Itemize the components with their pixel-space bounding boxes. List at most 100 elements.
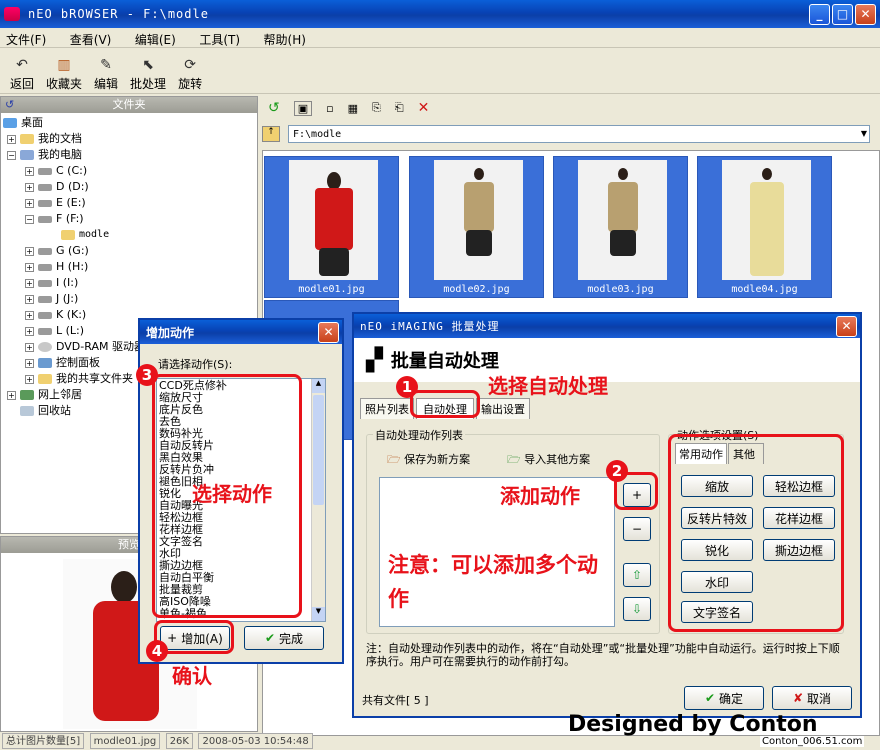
chevron-down-icon[interactable]: ▼ <box>861 126 867 142</box>
import-scheme-button[interactable]: 🗁 导入其他方案 <box>507 451 590 470</box>
batch-logo-icon: ▞ <box>366 347 383 373</box>
status-file: modle01.jpg <box>89 733 161 749</box>
menu-edit[interactable]: 编辑(E) <box>135 33 176 47</box>
tree-item-drive-c[interactable]: + C (C:) <box>3 163 255 179</box>
check-icon: ✔ <box>704 691 716 705</box>
add-close-button[interactable]: ✕ <box>318 321 339 343</box>
back-button[interactable]: ↶ 返回 <box>4 48 40 92</box>
add-prompt: 请选择动作(S): <box>158 358 233 371</box>
tree-item-drive-d[interactable]: + D (D:) <box>3 179 255 195</box>
dvd-icon <box>38 342 52 352</box>
add-dialog-title-bar: 增加动作 ✕ <box>140 320 342 344</box>
remove-action-button[interactable]: − <box>623 517 651 541</box>
menu-view[interactable]: 查看(V) <box>70 33 112 47</box>
bookmarks-button[interactable]: ▥ 收藏夹 <box>40 48 88 92</box>
tree-item-drive-j[interactable]: + J (J:) <box>3 291 255 307</box>
close-button[interactable]: ✕ <box>855 3 876 25</box>
main-title-bar: nEO bROWSER - F:\modle _ □ ✕ <box>0 0 880 28</box>
shared-folder-icon <box>38 374 52 384</box>
tree-item-drive-e[interactable]: + E (E:) <box>3 195 255 211</box>
save-scheme-button[interactable]: 🗁 保存为新方案 <box>387 451 470 470</box>
tab-photo-list[interactable]: 照片列表 <box>360 398 414 419</box>
drive-icon <box>38 263 52 271</box>
tree-item-documents[interactable]: + 我的文档 <box>3 131 255 147</box>
status-count: 总计图片数量[5] <box>2 733 85 749</box>
network-icon <box>20 390 34 400</box>
tab-output[interactable]: 输出设置 <box>476 398 530 419</box>
folder-icon <box>20 134 34 144</box>
refresh-icon[interactable]: ↺ <box>5 97 14 113</box>
drive-icon <box>38 311 52 319</box>
view-toolbar: ↺ ▣ ▫ ▦ ⎘ ⎗ ✕ <box>262 96 880 120</box>
delete-icon[interactable]: ✕ <box>418 100 430 116</box>
tree-item-drive-i[interactable]: + I (I:) <box>3 275 255 291</box>
desktop-icon <box>3 118 17 128</box>
batch-button[interactable]: ⬉ 批处理 <box>124 48 172 92</box>
tree-item-desktop[interactable]: 桌面 <box>3 115 255 131</box>
toolbar: ↶ 返回 ▥ 收藏夹 ✎ 编辑 ⬉ 批处理 ⟳ 旋转 <box>0 48 880 94</box>
window-title: nEO bROWSER - F:\modle <box>28 7 209 21</box>
scroll-thumb <box>313 395 324 505</box>
list-scrollbar[interactable]: ▲ ▼ <box>311 379 325 621</box>
batch-icon: ⬉ <box>142 57 154 73</box>
batch-note: 注：自动处理动作列表中的动作，将在“自动处理”或“批量处理”功能中自动运行。运行… <box>366 642 840 668</box>
menu-help[interactable]: 帮助(H) <box>264 33 306 47</box>
minimize-button[interactable]: _ <box>809 3 830 25</box>
up-folder-icon[interactable]: ↑ <box>262 126 280 142</box>
tree-item-modle[interactable]: modle <box>3 227 255 243</box>
address-bar: ↑ F:\modle ▼ <box>262 124 870 144</box>
rotate-icon: ⟳ <box>184 57 196 73</box>
arrow-up-icon: ⇧ <box>631 568 643 582</box>
recycle-bin-icon <box>20 406 34 416</box>
thumbnail-item[interactable]: modle04.jpg <box>697 156 832 298</box>
tree-item-drive-h[interactable]: + H (H:) <box>3 259 255 275</box>
highlight-options <box>668 434 844 632</box>
menu-tools[interactable]: 工具(T) <box>199 33 240 47</box>
drive-icon <box>38 247 52 255</box>
paste-icon[interactable]: ⎗ <box>395 101 404 115</box>
address-input[interactable]: F:\modle ▼ <box>288 125 870 143</box>
edit-icon: ✎ <box>100 57 112 73</box>
move-down-button[interactable]: ⇩ <box>623 597 651 621</box>
batch-close-button[interactable]: ✕ <box>836 315 857 337</box>
bookmarks-icon: ▥ <box>57 57 71 73</box>
status-date: 2008-05-03 10:54:48 <box>198 733 313 749</box>
refresh-icon[interactable]: ↺ <box>268 100 280 116</box>
scroll-up-icon: ▲ <box>312 379 325 393</box>
rotate-button[interactable]: ⟳ 旋转 <box>172 48 208 92</box>
open-folder-icon <box>61 230 75 240</box>
tree-item-mycomputer[interactable]: − 我的电脑 <box>3 147 255 163</box>
highlight-auto-tab <box>410 390 480 418</box>
menu-bar: 文件(F) 查看(V) 编辑(E) 工具(T) 帮助(H) <box>0 28 880 48</box>
drive-icon <box>38 295 52 303</box>
tree-item-drive-f[interactable]: − F (F:) <box>3 211 255 227</box>
thumbnail-item[interactable]: modle02.jpg <box>409 156 544 298</box>
edit-button[interactable]: ✎ 编辑 <box>88 48 124 92</box>
copy-icon[interactable]: ⎘ <box>372 101 381 115</box>
list-view-icon[interactable]: ▫ <box>326 102 333 115</box>
tree-item-drive-g[interactable]: + G (G:) <box>3 243 255 259</box>
ok-button[interactable]: ✔ 确定 <box>684 686 764 710</box>
thumbnail-item[interactable]: modle03.jpg <box>553 156 688 298</box>
detail-view-icon[interactable]: ▦ <box>348 102 358 115</box>
collapse-icon: − <box>7 150 16 160</box>
maximize-button[interactable]: □ <box>832 3 853 25</box>
minus-icon: − <box>631 522 643 536</box>
annotation-select-auto: 选择自动处理 <box>488 374 608 398</box>
save-icon: 🗁 <box>387 453 401 466</box>
annotation-add-action: 添加动作 <box>500 484 580 508</box>
signature: Designed by Conton <box>568 712 818 737</box>
thumbnail-view-icon[interactable]: ▣ <box>293 100 313 116</box>
drive-icon <box>38 167 52 175</box>
move-up-button[interactable]: ⇧ <box>623 563 651 587</box>
folder-open-icon: 🗁 <box>507 453 521 466</box>
watermark: Conton_006.51.com <box>760 736 865 747</box>
step-4-badge: 4 <box>146 640 168 662</box>
menu-file[interactable]: 文件(F) <box>6 33 46 47</box>
cancel-button[interactable]: ✘ 取消 <box>772 686 852 710</box>
annotation-note: 注意：可以添加多个动作 <box>388 553 598 611</box>
done-button[interactable]: ✔ 完成 <box>244 626 324 650</box>
thumbnail-item[interactable]: modle01.jpg <box>264 156 399 298</box>
step-3-badge: 3 <box>136 364 158 386</box>
annotation-confirm: 确认 <box>172 664 212 688</box>
